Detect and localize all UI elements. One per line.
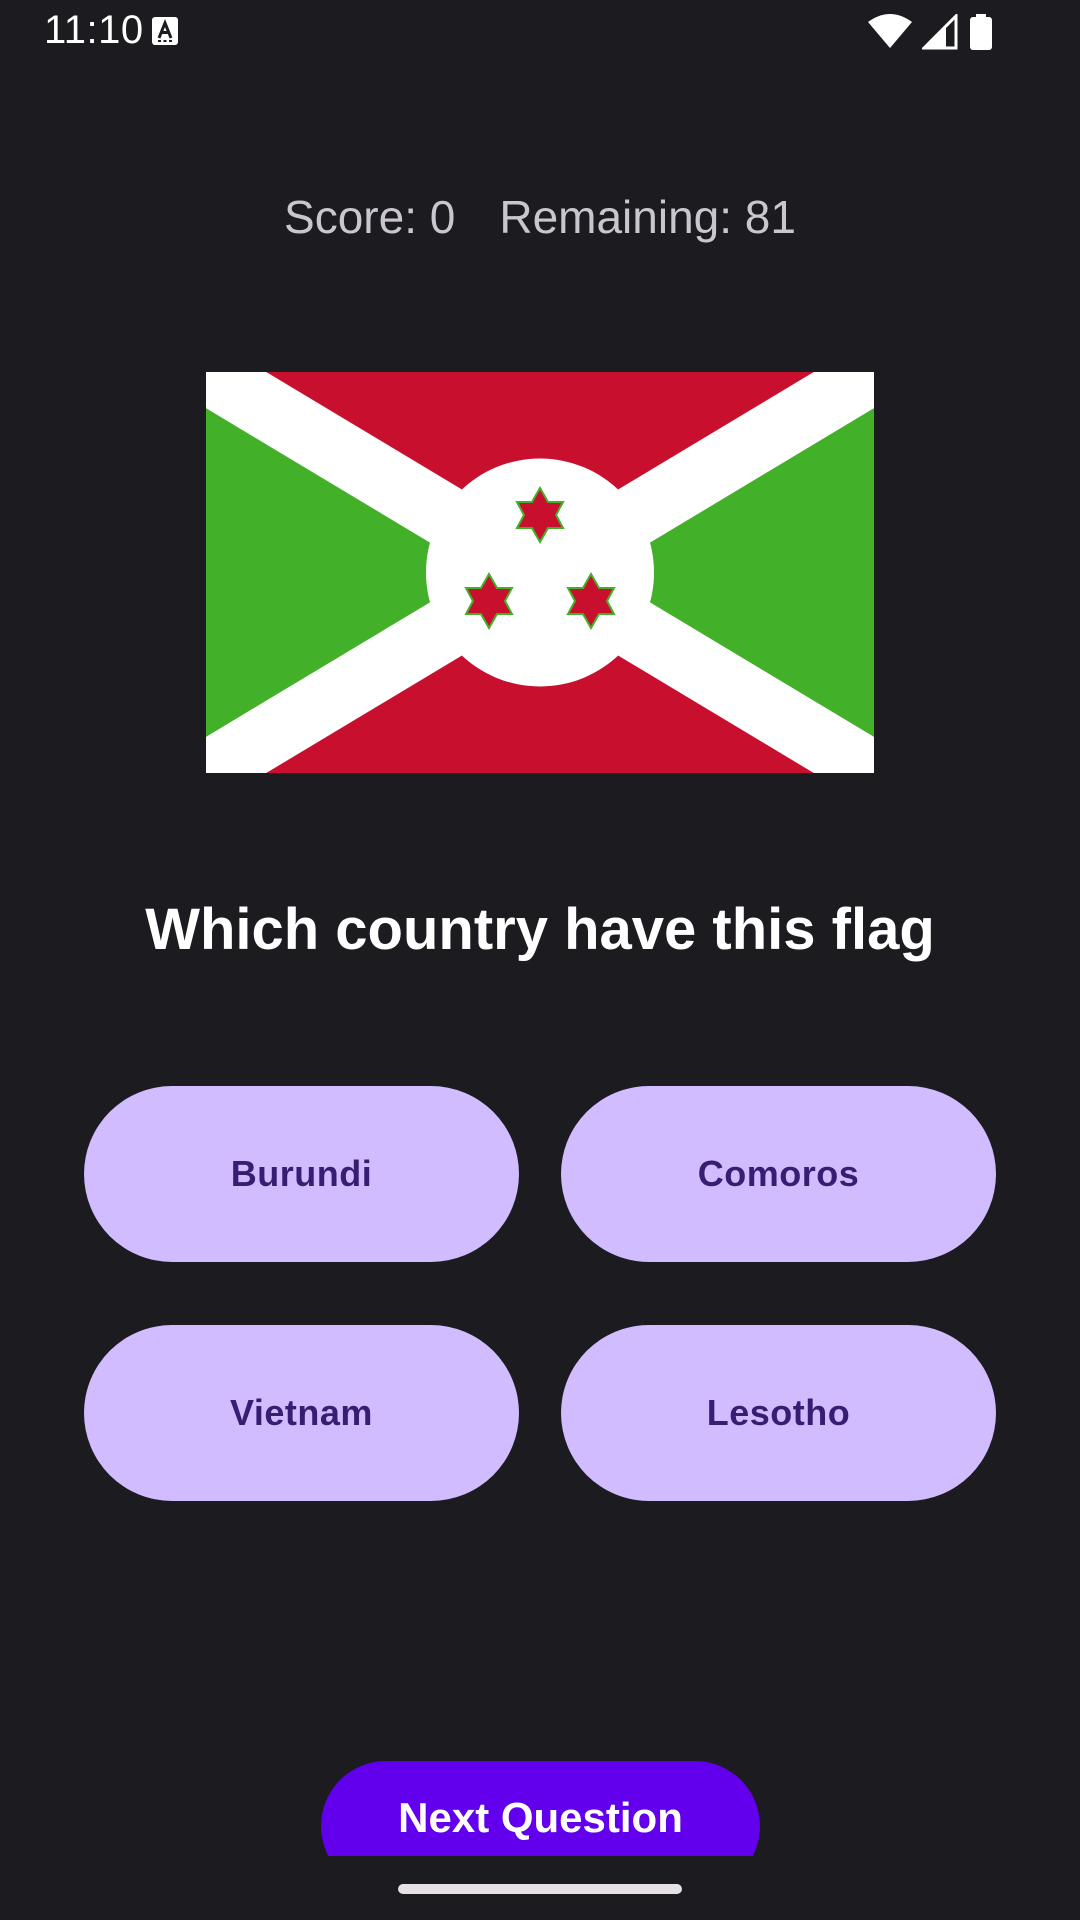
signal-icon [922,14,958,50]
answer-button-1[interactable]: Burundi [84,1086,519,1262]
status-bar: 11:10 [0,0,1080,64]
answer-button-3[interactable]: Vietnam [84,1325,519,1501]
next-question-button[interactable]: Next Question [321,1761,760,1856]
next-button-container: Next Question [0,1740,1080,1856]
score-label: Score: 0 [284,191,456,243]
battery-icon [970,14,992,50]
gesture-navigation-bar[interactable] [398,1884,682,1894]
accessibility-a-icon [152,17,178,45]
answer-button-4[interactable]: Lesotho [561,1325,996,1501]
answer-button-2[interactable]: Comoros [561,1086,996,1262]
status-time: 11:10 [44,8,144,52]
score-row: Score: 0 Remaining: 81 [0,190,1080,244]
remaining-label: Remaining: 81 [499,191,796,243]
question-text: Which country have this flag [145,897,935,962]
burundi-flag-image [206,372,874,773]
flag-quiz-screen: 11:10 Score: 0 Remaining: 81 Which count… [0,0,1080,1920]
status-icons [868,14,1008,50]
wifi-icon [868,14,912,48]
